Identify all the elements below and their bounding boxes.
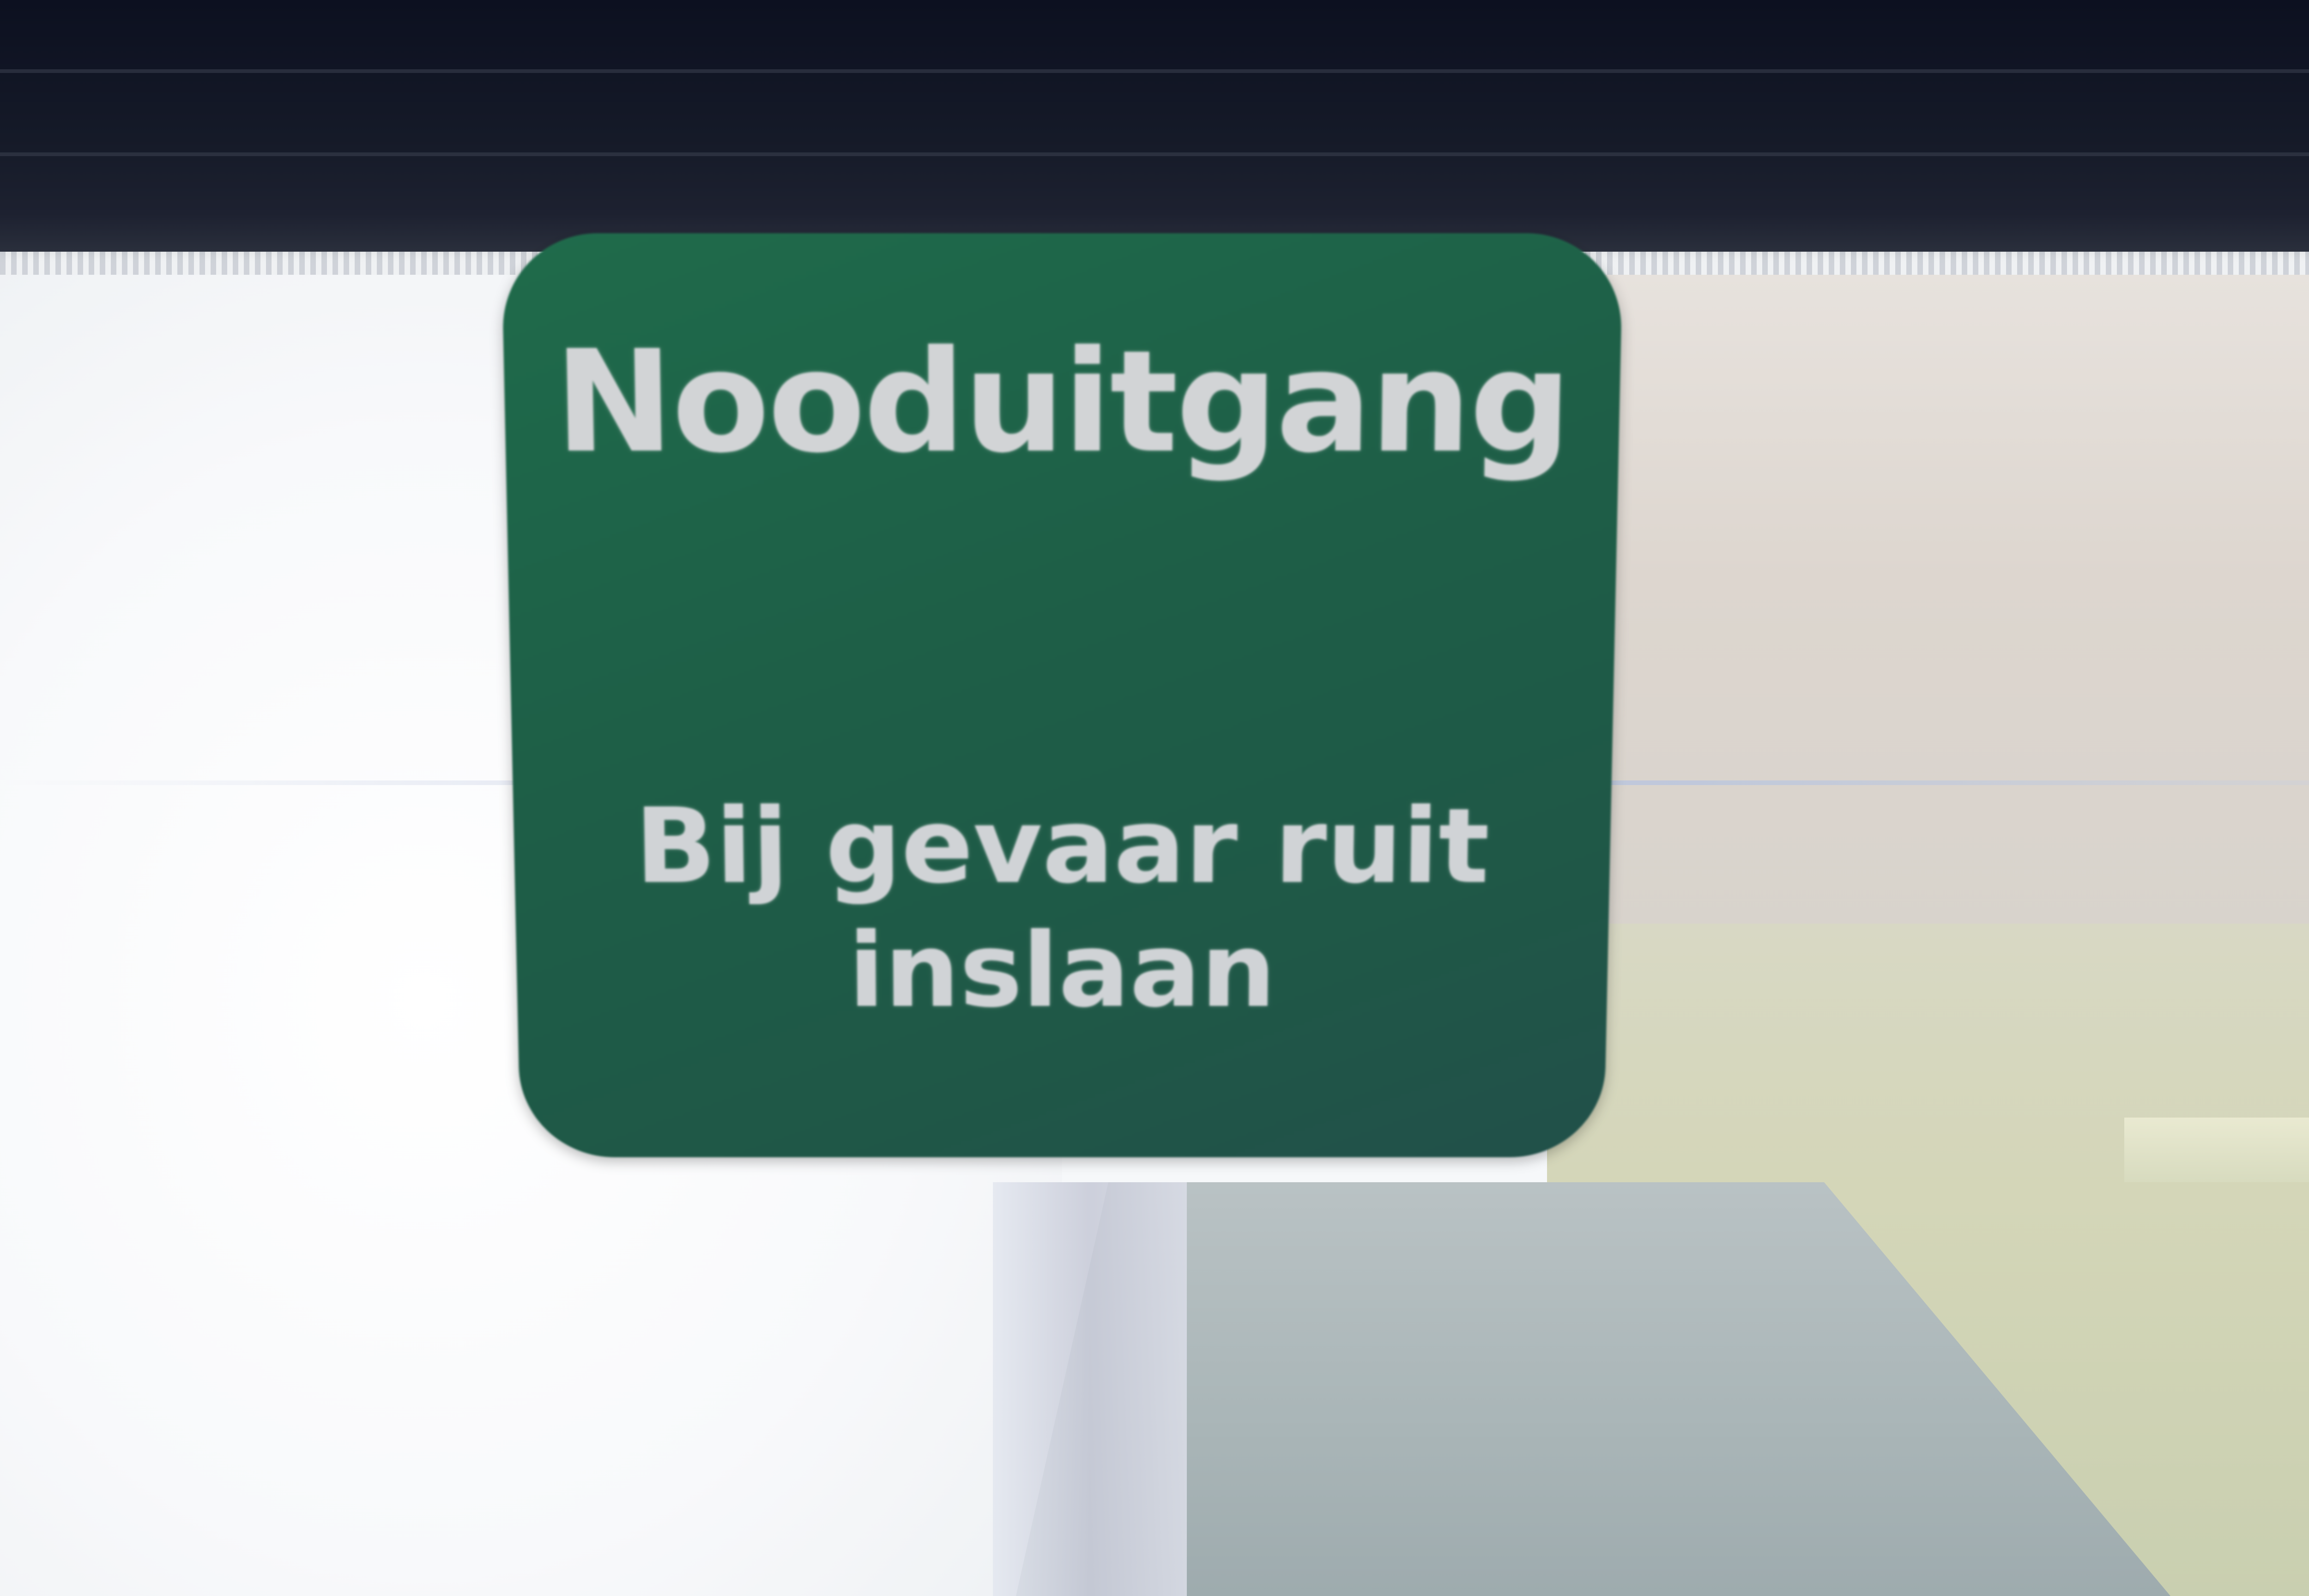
sign-instruction-line-2: inslaan xyxy=(847,911,1277,1030)
beige-wall-background xyxy=(1547,275,2309,944)
sign-instruction: Bij gevaar ruit inslaan xyxy=(513,784,1611,1033)
emergency-exit-sign: Nooduitgang Bij gevaar ruit inslaan xyxy=(501,233,1623,1157)
blurred-object-background xyxy=(993,1182,1187,1596)
frame-ridge xyxy=(0,69,2309,73)
frame-ridge xyxy=(0,152,2309,156)
photo-scene: Nooduitgang Bij gevaar ruit inslaan xyxy=(0,0,2309,1596)
sign-title: Nooduitgang xyxy=(553,320,1572,484)
window-frame xyxy=(0,0,2309,252)
sign-instruction-line-1: Bij gevaar ruit xyxy=(634,786,1491,907)
blurred-shelf-background xyxy=(2124,1118,2309,1182)
